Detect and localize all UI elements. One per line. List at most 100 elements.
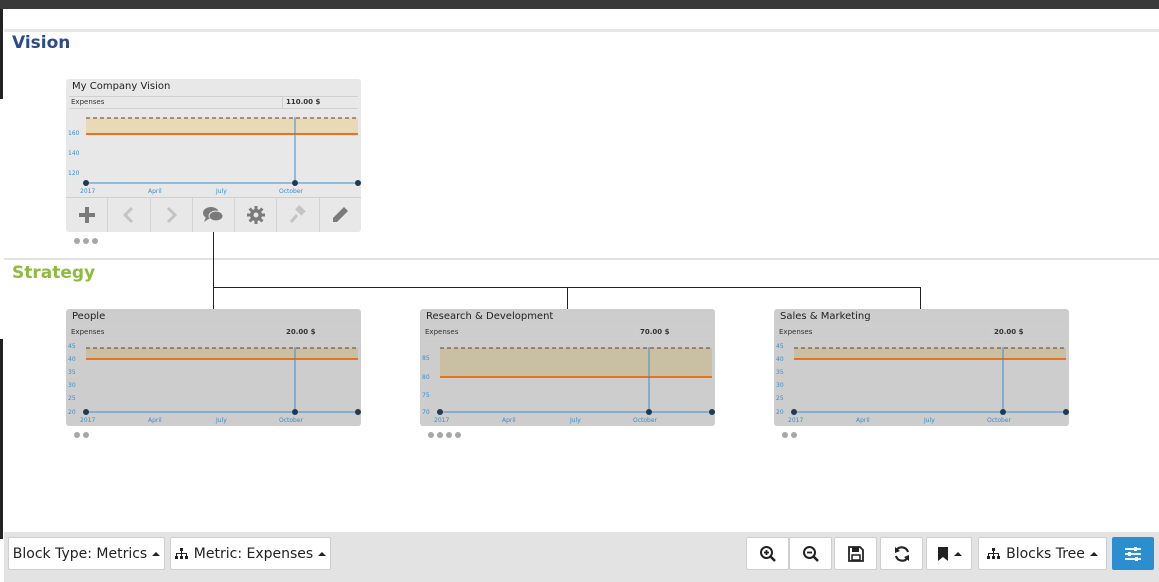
metric-value: 20.00 $ [994, 328, 1024, 336]
section-divider [4, 258, 1159, 260]
bookmark-dropdown[interactable] [926, 537, 972, 570]
data-point [1063, 409, 1069, 415]
target-band [86, 348, 358, 359]
block-type-label: Block Type: Metrics [12, 545, 148, 562]
metric-label: Expenses [71, 98, 105, 106]
data-point [83, 180, 89, 186]
data-point [355, 180, 361, 186]
x-tick: 2017 [788, 417, 803, 424]
comments-icon [203, 207, 224, 222]
card-title: Sales & Marketing [780, 311, 871, 322]
y-tick: 120 [68, 170, 80, 177]
block-type-dropdown[interactable]: Block Type: Metrics [8, 537, 165, 570]
edit-button[interactable] [320, 198, 361, 232]
target-band [794, 348, 1066, 359]
metric-value: 70.00 $ [640, 328, 670, 336]
caret-up-icon [152, 551, 161, 556]
y-tick: 30 [68, 382, 76, 389]
y-tick: 45 [776, 343, 784, 350]
data-point [1000, 409, 1006, 415]
settings-button[interactable] [235, 198, 278, 232]
y-tick: 25 [776, 395, 784, 402]
plus-icon [78, 207, 95, 223]
y-tick: 40 [776, 356, 784, 363]
block-card-people[interactable]: People Expenses 20.00 $ 45 40 35 30 25 2… [66, 309, 361, 426]
more-dots[interactable] [782, 432, 797, 438]
zoom-out-button[interactable] [789, 537, 832, 570]
y-tick: 70 [422, 409, 430, 416]
gavel-icon [289, 205, 306, 223]
blocks-tree-label: Blocks Tree [1006, 545, 1085, 562]
y-tick: 80 [422, 374, 430, 381]
x-tick: October [633, 417, 658, 424]
y-tick: 160 [68, 130, 80, 137]
y-tick: 35 [776, 369, 784, 376]
x-tick: October [279, 188, 304, 195]
refresh-icon [894, 545, 909, 562]
metric-label: Metric: Expenses [193, 545, 314, 562]
refresh-button[interactable] [880, 537, 923, 570]
save-button[interactable] [834, 537, 877, 570]
y-tick: 30 [776, 382, 784, 389]
metric-chart: 160 140 120 2017 April July October [68, 117, 361, 195]
card-title: My Company Vision [72, 81, 171, 92]
save-icon [847, 545, 864, 562]
more-dots[interactable] [74, 238, 98, 244]
tree-connector [213, 232, 214, 288]
y-tick: 25 [68, 395, 76, 402]
x-tick: April [148, 417, 162, 424]
y-tick: 20 [68, 409, 76, 416]
blocks-tree-dropdown[interactable]: Blocks Tree [978, 537, 1107, 570]
target-band [86, 118, 358, 134]
more-dots[interactable] [428, 432, 461, 438]
caret-up-icon [318, 551, 327, 556]
block-card-sales-marketing[interactable]: Sales & Marketing Expenses 20.00 $ 45 40… [774, 309, 1069, 426]
move-right-button[interactable] [151, 198, 193, 232]
data-point [791, 409, 797, 415]
target-band [440, 348, 712, 377]
metric-row: Expenses 20.00 $ [69, 326, 358, 339]
y-tick: 35 [68, 369, 76, 376]
chevron-left-icon [122, 206, 133, 224]
move-left-button[interactable] [108, 198, 151, 232]
x-tick: April [502, 417, 516, 424]
metric-chart: 45 40 35 30 25 20 2017 April July Octobe… [68, 343, 361, 424]
x-tick: October [987, 417, 1012, 424]
metric-chart: 45 40 35 30 25 20 2017 April July Octobe… [776, 343, 1069, 424]
metric-label: Expenses [779, 328, 813, 336]
top-strip [4, 9, 1159, 32]
section-title-vision: Vision [12, 33, 71, 53]
y-tick: 20 [776, 409, 784, 416]
add-block-button[interactable] [66, 198, 109, 232]
y-tick: 75 [422, 392, 430, 399]
judge-button[interactable] [277, 198, 320, 232]
filters-button[interactable] [1112, 537, 1154, 570]
metric-value: 20.00 $ [286, 328, 316, 336]
data-point [355, 409, 361, 415]
x-tick: April [856, 417, 870, 424]
data-point [292, 180, 298, 186]
zoom-out-icon [802, 545, 819, 562]
comments-button[interactable] [193, 198, 236, 232]
sitemap-icon [987, 547, 1001, 559]
block-card-vision[interactable]: My Company Vision Expenses 110.00 $ 160 … [66, 79, 361, 232]
sliders-icon [1125, 546, 1141, 561]
metric-dropdown[interactable]: Metric: Expenses [170, 537, 331, 570]
caret-up-icon [1089, 551, 1098, 556]
tree-connector [567, 287, 568, 309]
x-tick: October [279, 417, 304, 424]
metric-label: Expenses [71, 328, 105, 336]
metric-chart: 85 80 75 70 2017 April July October [422, 347, 715, 424]
tree-connector [213, 287, 214, 309]
x-tick: July [215, 188, 227, 195]
zoom-in-button[interactable] [746, 537, 789, 570]
x-tick: July [923, 417, 935, 424]
more-dots[interactable] [74, 432, 89, 438]
x-tick: 2017 [80, 188, 95, 195]
zoom-in-icon [759, 545, 776, 562]
data-point [709, 409, 715, 415]
data-point [83, 409, 89, 415]
block-card-research-development[interactable]: Research & Development Expenses 70.00 $ … [420, 309, 715, 426]
x-tick: April [148, 188, 162, 195]
metric-row: Expenses 110.00 $ [69, 96, 358, 109]
